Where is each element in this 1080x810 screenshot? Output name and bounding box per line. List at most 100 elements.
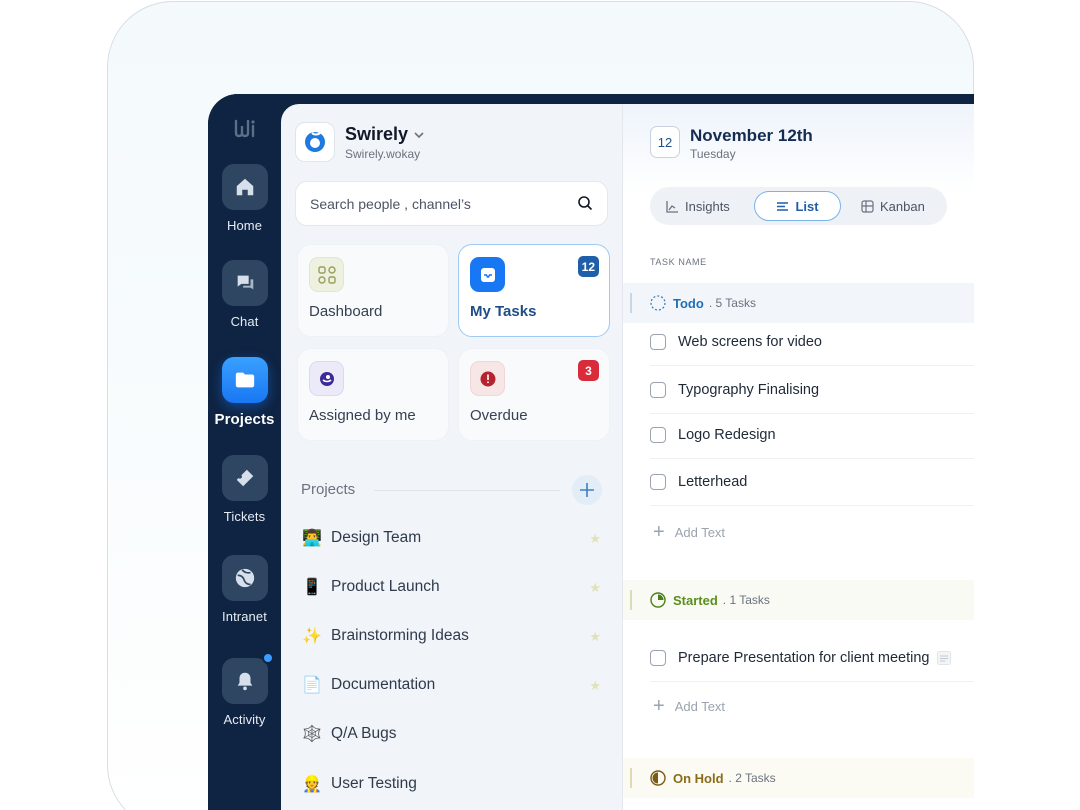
task-name: Prepare Presentation for client meeting <box>678 649 930 666</box>
rail-item-chat[interactable]: Chat <box>208 260 281 329</box>
intranet-button[interactable] <box>221 555 268 601</box>
project-name: Documentation <box>331 676 436 693</box>
chevron-down-icon[interactable] <box>413 131 425 139</box>
add-project-button[interactable] <box>572 475 602 505</box>
group-on-hold[interactable]: On Hold . 2 Tasks <box>623 758 974 798</box>
task-checkbox[interactable] <box>650 649 666 666</box>
task-panel: 12 November 12th Tuesday Insights List K… <box>622 104 974 810</box>
home-button[interactable] <box>221 164 268 210</box>
add-task-button[interactable]: + Add Text <box>653 691 725 721</box>
calendar-day: 12 <box>657 134 673 150</box>
project-emoji: 👷 <box>302 776 322 793</box>
tab-list[interactable]: List <box>754 191 841 221</box>
task-name: Typography Finalising <box>678 381 820 398</box>
group-name: Started <box>673 592 718 608</box>
projects-button[interactable] <box>221 357 268 403</box>
add-task-button[interactable]: + Add Text <box>653 517 725 547</box>
card-label-my-tasks: My Tasks <box>470 303 537 320</box>
inbox-icon <box>470 257 505 292</box>
add-task-label: Add Text <box>674 524 726 540</box>
rail-item-home[interactable]: Home <box>208 164 281 233</box>
card-label-dashboard: Dashboard <box>309 303 383 320</box>
task-checkbox[interactable] <box>650 333 666 350</box>
star-icon[interactable]: ★ <box>589 678 601 694</box>
chat-icon <box>236 275 253 290</box>
card-overdue[interactable]: Overdue 3 <box>458 348 610 441</box>
card-assigned-by-me[interactable]: Assigned by me <box>297 348 449 441</box>
star-icon[interactable]: ★ <box>589 629 601 645</box>
task-row[interactable]: Logo Redesign <box>650 411 974 459</box>
group-indicator <box>630 590 632 610</box>
on-hold-status-icon <box>650 770 666 786</box>
workspace-logo[interactable] <box>295 122 335 162</box>
app-window: Home Chat Projects Tickets Intranet Acti… <box>208 94 974 810</box>
todo-status-icon <box>650 295 666 311</box>
calendar-icon: 12 <box>650 126 680 158</box>
rail-label-activity: Activity <box>223 712 266 727</box>
rail-label-projects: Projects <box>214 411 275 428</box>
task-name: Letterhead <box>678 473 748 490</box>
project-name: User Testing <box>331 775 417 792</box>
task-row[interactable]: Prepare Presentation for client meeting <box>650 634 974 682</box>
task-row[interactable]: Typography Finalising <box>650 366 974 414</box>
search-input[interactable]: Search people , channel’s <box>310 196 471 212</box>
bell-icon <box>237 672 252 691</box>
card-dashboard[interactable]: Dashboard <box>297 244 449 337</box>
project-item[interactable]: 📄 Documentation ★ <box>301 670 601 700</box>
search-box[interactable]: Search people , channel’s <box>295 181 608 226</box>
chat-button[interactable] <box>221 260 268 306</box>
card-label-assigned-by-me: Assigned by me <box>309 407 416 424</box>
project-item[interactable]: 👷 User Testing <box>301 769 601 799</box>
task-row[interactable]: Letterhead <box>650 458 974 506</box>
my-tasks-count-badge: 12 <box>577 256 599 277</box>
home-icon <box>236 178 253 196</box>
task-checkbox[interactable] <box>650 426 666 443</box>
search-icon[interactable] <box>577 195 593 211</box>
project-emoji: 🕸️ <box>302 726 322 743</box>
rail-item-intranet[interactable]: Intranet <box>208 555 281 624</box>
project-item[interactable]: 🕸️ Q/A Bugs <box>301 719 601 749</box>
projects-heading: Projects <box>301 481 356 498</box>
project-item[interactable]: ✨ Brainstorming Ideas ★ <box>301 621 601 651</box>
task-row[interactable]: Web screens for video <box>650 318 974 366</box>
star-icon[interactable]: ★ <box>589 580 601 596</box>
star-icon[interactable]: ★ <box>589 531 601 547</box>
folder-icon <box>235 372 254 388</box>
assigned-icon <box>309 361 344 396</box>
card-my-tasks[interactable]: My Tasks 12 <box>458 244 610 337</box>
group-started[interactable]: Started . 1 Tasks <box>623 580 974 620</box>
rail-item-tickets[interactable]: Tickets <box>208 455 281 524</box>
activity-button[interactable] <box>221 652 274 704</box>
rail-label-home: Home <box>226 218 263 233</box>
task-checkbox[interactable] <box>650 381 666 398</box>
overdue-count-badge: 3 <box>578 360 599 381</box>
group-count: . 5 Tasks <box>708 296 756 310</box>
plus-icon <box>580 483 594 497</box>
tickets-button[interactable] <box>221 455 268 501</box>
notification-dot <box>261 652 274 664</box>
dashboard-icon <box>309 257 344 292</box>
group-indicator <box>630 768 632 788</box>
rail-item-projects[interactable]: Projects <box>208 357 281 428</box>
card-label-overdue: Overdue <box>470 407 528 424</box>
project-item[interactable]: 📱 Product Launch ★ <box>301 572 601 602</box>
started-status-icon <box>650 592 666 608</box>
group-todo[interactable]: Todo . 5 Tasks <box>623 283 974 323</box>
project-item[interactable]: 👨‍💻 Design Team ★ <box>301 523 601 553</box>
rail-item-activity[interactable]: Activity <box>208 652 281 727</box>
group-count: . 1 Tasks <box>722 593 770 607</box>
project-name: Design Team <box>331 529 422 546</box>
tab-label: Insights <box>685 198 730 214</box>
task-checkbox[interactable] <box>650 473 666 490</box>
task-name: Logo Redesign <box>678 426 776 443</box>
tab-insights[interactable]: Insights <box>666 191 730 221</box>
add-task-label: Add Text <box>674 698 726 714</box>
alert-icon <box>470 361 505 396</box>
list-icon <box>777 201 789 211</box>
project-name: Product Launch <box>331 578 440 595</box>
tab-label: Kanban <box>880 198 925 214</box>
tab-kanban[interactable]: Kanban <box>861 191 925 221</box>
left-rail: Home Chat Projects Tickets Intranet Acti… <box>208 94 281 810</box>
notes-icon[interactable] <box>937 650 952 665</box>
workspace-name[interactable]: Swirely <box>345 124 408 145</box>
